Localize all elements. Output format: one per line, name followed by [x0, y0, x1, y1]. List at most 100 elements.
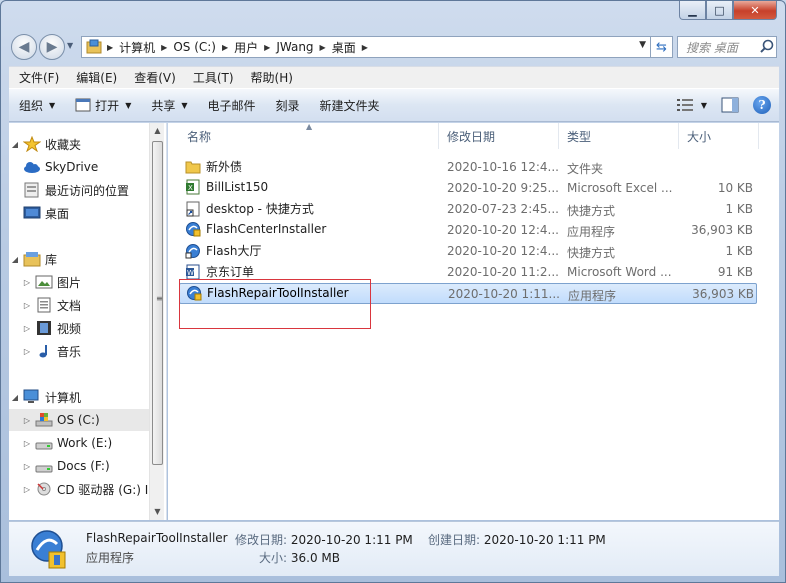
minimize-button[interactable]: ▁: [679, 1, 706, 20]
file-name-cell: desktop - 快捷方式: [185, 200, 314, 217]
file-size: 36,903 KB: [692, 287, 754, 301]
organize-button[interactable]: 组织 ▼: [9, 89, 65, 121]
column-date-modified[interactable]: 修改日期: [439, 123, 559, 149]
file-row[interactable]: desktop - 快捷方式 2020-07-23 2:45... 快捷方式 1…: [179, 199, 757, 220]
organize-label: 组织: [19, 98, 44, 113]
close-button[interactable]: ✕: [733, 1, 777, 20]
nav-scrollbar[interactable]: ▲ ≡ ▼: [149, 123, 164, 520]
address-bar[interactable]: ▶ 计算机 ▶ OS (C:) ▶ 用户 ▶ JWang ▶ 桌面 ▶ ▼: [81, 36, 651, 58]
file-row[interactable]: 新外债 2020-10-16 12:4... 文件夹: [179, 157, 757, 178]
file-row[interactable]: FlashCenterInstaller 2020-10-20 12:4... …: [179, 220, 757, 241]
grip-icon: ≡: [156, 294, 163, 303]
crumb-separator[interactable]: ▶: [158, 43, 170, 52]
menu-help[interactable]: 帮助(H): [241, 69, 300, 86]
folder-icon: [185, 161, 201, 173]
crumb-separator[interactable]: ▶: [219, 43, 231, 52]
nav-drive-c-label: OS (C:): [57, 413, 100, 427]
nav-desktop[interactable]: 桌面: [21, 202, 161, 224]
expand-arrow-icon[interactable]: ▷: [21, 462, 33, 471]
file-date: 2020-10-20 1:11...: [448, 287, 560, 301]
expand-arrow-icon[interactable]: ▷: [21, 301, 33, 310]
svg-text:X: X: [188, 184, 193, 192]
expand-arrow-icon[interactable]: ▷: [21, 439, 33, 448]
expand-arrow-icon[interactable]: ▷: [21, 324, 33, 333]
menu-view[interactable]: 查看(V): [124, 69, 183, 86]
nav-documents-label: 文档: [57, 298, 82, 313]
nav-skydrive[interactable]: SkyDrive: [21, 156, 161, 178]
share-button[interactable]: 共享 ▼: [141, 89, 197, 121]
column-type[interactable]: 类型: [559, 123, 679, 149]
expand-arrow-icon[interactable]: ▷: [21, 416, 33, 425]
crumb-separator[interactable]: ▶: [359, 43, 371, 52]
nav-libraries[interactable]: ◢ 库: [9, 248, 149, 270]
scroll-thumb[interactable]: ≡: [152, 141, 163, 465]
nav-recent-places[interactable]: 最近访问的位置: [21, 179, 161, 201]
details-size-value: 36.0 MB: [290, 551, 340, 565]
column-name[interactable]: 名称: [179, 123, 439, 149]
forward-button[interactable]: ▶: [39, 34, 65, 60]
crumb-separator[interactable]: ▶: [261, 43, 273, 52]
nav-drive-g[interactable]: ▷ CD 驱动器 (G:) I: [21, 478, 161, 500]
open-button[interactable]: 打开 ▼: [65, 89, 141, 121]
menu-file[interactable]: 文件(F): [9, 69, 66, 86]
nav-drive-c[interactable]: ▷ OS (C:): [9, 409, 149, 431]
email-button[interactable]: 电子邮件: [198, 89, 266, 121]
installer-icon: [31, 530, 66, 569]
change-view-button[interactable]: ▼: [676, 99, 707, 111]
file-row[interactable]: Flash大厅 2020-10-20 12:4... 快捷方式 1 KB: [179, 241, 757, 262]
open-label: 打开: [95, 98, 120, 113]
expand-arrow-icon[interactable]: ▷: [21, 485, 33, 494]
preview-pane-icon[interactable]: [721, 97, 739, 113]
nav-drive-e[interactable]: ▷ Work (E:): [21, 432, 161, 454]
menu-tools[interactable]: 工具(T): [183, 69, 241, 86]
crumb-jwang[interactable]: JWang: [273, 40, 316, 54]
menu-edit[interactable]: 编辑(E): [66, 69, 124, 86]
burn-button[interactable]: 刻录: [266, 89, 310, 121]
nav-computer-label: 计算机: [45, 390, 82, 405]
maximize-button[interactable]: □: [706, 1, 733, 20]
expand-arrow-icon[interactable]: ▷: [21, 278, 33, 287]
view-controls: ▼ ?: [676, 96, 771, 114]
back-button[interactable]: ◀: [11, 34, 37, 60]
crumb-separator[interactable]: ▶: [104, 43, 116, 52]
address-history-dropdown[interactable]: ▼: [639, 40, 646, 50]
help-icon[interactable]: ?: [753, 96, 771, 114]
videos-icon: [37, 321, 51, 335]
chevron-down-icon: ▼: [181, 100, 188, 110]
collapse-arrow-icon[interactable]: ◢: [9, 140, 21, 149]
back-arrow-icon: ◀: [18, 39, 30, 55]
nav-documents[interactable]: ▷ 文档: [21, 294, 161, 316]
nav-videos-label: 视频: [57, 321, 82, 336]
nav-music[interactable]: ▷ 音乐: [21, 340, 161, 362]
expand-arrow-icon[interactable]: ▷: [21, 347, 33, 356]
command-bar: 组织 ▼ 打开 ▼ 共享 ▼ 电子邮件 刻录 新建文件夹 ▼ ?: [9, 88, 779, 122]
column-size[interactable]: 大小: [679, 123, 759, 149]
nav-drive-f[interactable]: ▷ Docs (F:): [21, 455, 161, 477]
crumb-drive-c[interactable]: OS (C:): [170, 40, 219, 54]
file-row[interactable]: X BillList150 2020-10-20 9:25... Microso…: [179, 178, 757, 199]
crumb-users[interactable]: 用户: [231, 39, 261, 56]
collapse-arrow-icon[interactable]: ◢: [9, 255, 21, 264]
crumb-separator[interactable]: ▶: [317, 43, 329, 52]
details-pane: FlashRepairToolInstaller 应用程序 修改日期: 2020…: [9, 521, 779, 576]
scroll-up-arrow-icon[interactable]: ▲: [150, 123, 165, 139]
search-box[interactable]: 搜索 桌面: [677, 36, 777, 58]
share-label: 共享: [151, 98, 176, 113]
nav-drive-g-label: CD 驱动器 (G:) I: [57, 482, 149, 497]
search-input[interactable]: 搜索 桌面: [678, 39, 758, 56]
new-folder-button[interactable]: 新建文件夹: [310, 89, 390, 121]
crumb-desktop[interactable]: 桌面: [329, 39, 359, 56]
recent-pages-dropdown[interactable]: ▼: [67, 41, 73, 50]
crumb-computer[interactable]: 计算机: [116, 39, 158, 56]
chevron-down-icon: ▼: [700, 100, 707, 110]
file-name: desktop - 快捷方式: [206, 202, 314, 216]
nav-pictures[interactable]: ▷ 图片: [21, 271, 161, 293]
nav-computer[interactable]: ◢ 计算机: [9, 386, 149, 408]
nav-videos[interactable]: ▷ 视频: [21, 317, 161, 339]
collapse-arrow-icon[interactable]: ◢: [9, 393, 21, 402]
nav-music-label: 音乐: [57, 344, 82, 359]
excel-icon: X: [186, 179, 200, 195]
refresh-button[interactable]: ⇆: [651, 36, 673, 58]
nav-favorites[interactable]: ◢ 收藏夹: [9, 133, 149, 155]
scroll-down-arrow-icon[interactable]: ▼: [150, 504, 165, 520]
